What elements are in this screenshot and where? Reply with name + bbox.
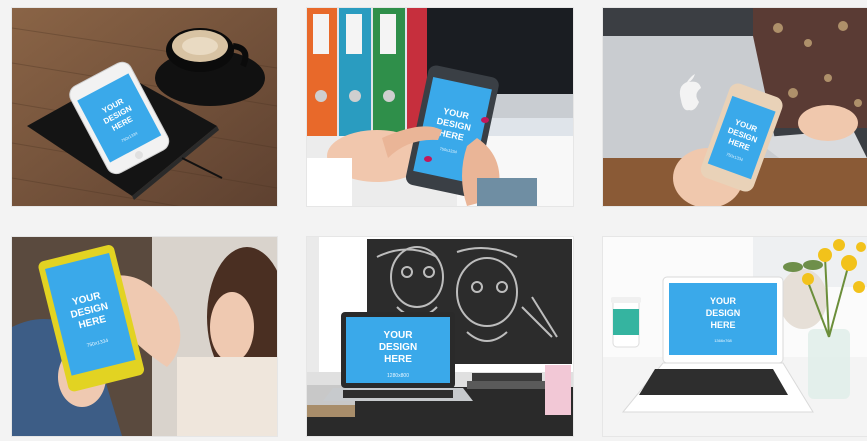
screen-text-line-3: HERE bbox=[710, 320, 735, 330]
mockup-image: YOUR DESIGN HERE 750x1334 bbox=[307, 8, 573, 206]
screen-text-line-3: HERE bbox=[384, 354, 412, 365]
screen-text-line-2: DESIGN bbox=[706, 308, 741, 318]
screen-text-line-2: DESIGN bbox=[379, 342, 417, 353]
mockup-card-lumia-woman[interactable]: YOUR DESIGN HERE 750x1334 bbox=[12, 237, 277, 436]
screen-text-line-1: YOUR bbox=[710, 296, 737, 306]
mockup-card-iphone-notebook-coffee[interactable]: YOUR DESIGN HERE 750x1334 bbox=[12, 8, 277, 206]
mockup-card-laptop-flowers[interactable]: YOUR DESIGN HERE 1366x768 bbox=[603, 237, 867, 436]
mockup-image: YOUR DESIGN HERE 1280x800 bbox=[307, 237, 573, 436]
mockup-card-android-binders[interactable]: YOUR DESIGN HERE 750x1334 bbox=[307, 8, 573, 206]
mockup-image: YOUR DESIGN HERE 750x1334 bbox=[12, 8, 277, 206]
screen-text-line-1: YOUR bbox=[384, 330, 414, 341]
mockup-card-iphone-macbook[interactable]: YOUR DESIGN HERE 750x1334 bbox=[603, 8, 867, 206]
mockup-image: YOUR DESIGN HERE 750x1334 bbox=[603, 8, 867, 206]
mockup-card-macbook-artwork[interactable]: YOUR DESIGN HERE 1280x800 bbox=[307, 237, 573, 436]
screen-size-label: 1280x800 bbox=[387, 373, 409, 379]
mockup-image: YOUR DESIGN HERE 750x1334 bbox=[12, 237, 277, 436]
screen-size-label: 1366x768 bbox=[714, 338, 732, 343]
laptop-screen bbox=[669, 283, 777, 355]
mockup-image: YOUR DESIGN HERE 1366x768 bbox=[603, 237, 867, 436]
